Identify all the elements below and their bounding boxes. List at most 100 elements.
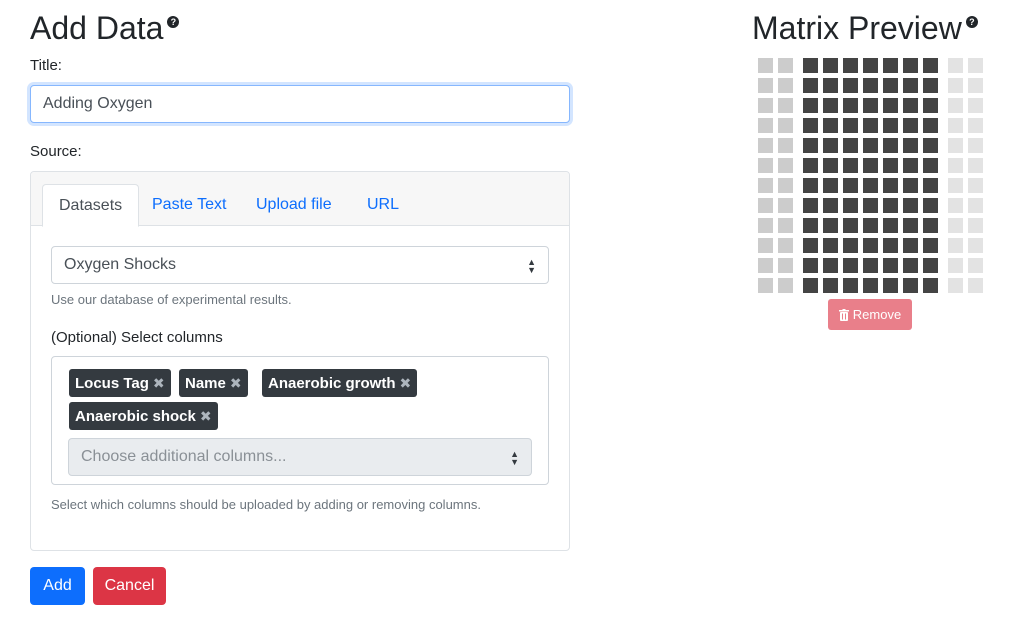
title-input[interactable] <box>30 85 570 123</box>
dataset-help-text: Use our database of experimental results… <box>51 292 292 307</box>
matrix-cell <box>778 118 793 133</box>
source-card: Datasets Paste Text Upload file URL Oxyg… <box>30 171 570 551</box>
column-chip: Name ✖ <box>179 369 248 397</box>
trash-icon <box>838 309 849 321</box>
matrix-cell <box>778 178 793 193</box>
matrix-cell <box>778 278 793 293</box>
matrix-cell <box>903 278 918 293</box>
dataset-select[interactable]: Oxygen Shocks ▲ ▼ <box>51 246 549 284</box>
matrix-cell <box>758 178 773 193</box>
matrix-cell <box>948 278 963 293</box>
matrix-cell <box>843 198 858 213</box>
matrix-cell <box>948 158 963 173</box>
additional-columns-select[interactable]: Choose additional columns... ▲ ▼ <box>68 438 532 476</box>
select-caret-icon: ▲ ▼ <box>527 257 536 275</box>
matrix-cell <box>968 118 983 133</box>
matrix-cell <box>903 118 918 133</box>
matrix-cell <box>903 158 918 173</box>
matrix-cell <box>843 58 858 73</box>
matrix-cell <box>968 58 983 73</box>
matrix-cell <box>923 258 938 273</box>
matrix-cell <box>948 118 963 133</box>
matrix-cell <box>803 118 818 133</box>
matrix-cell <box>758 258 773 273</box>
help-icon[interactable]: ? <box>167 16 180 28</box>
matrix-cell <box>923 278 938 293</box>
tab-url[interactable]: URL <box>351 184 415 227</box>
tab-paste-text[interactable]: Paste Text <box>136 184 242 227</box>
add-button[interactable]: Add <box>30 567 85 605</box>
column-chip-label: Anaerobic growth <box>268 375 396 392</box>
matrix-cell <box>823 238 838 253</box>
matrix-cell <box>948 218 963 233</box>
matrix-cell <box>903 138 918 153</box>
matrix-cell <box>948 98 963 113</box>
matrix-cell <box>903 98 918 113</box>
tab-upload-file[interactable]: Upload file <box>240 184 348 227</box>
matrix-cell <box>883 98 898 113</box>
matrix-cell <box>903 78 918 93</box>
matrix-cell <box>823 258 838 273</box>
matrix-cell <box>863 98 878 113</box>
columns-label: (Optional) Select columns <box>51 329 223 346</box>
matrix-cell <box>823 98 838 113</box>
matrix-cell <box>823 138 838 153</box>
columns-multiselect[interactable]: Locus Tag ✖ Name ✖ Anaerobic growth ✖ Anaer… <box>51 356 549 485</box>
matrix-cell <box>803 158 818 173</box>
matrix-cell <box>803 218 818 233</box>
column-chip: Anaerobic growth ✖ <box>262 369 418 397</box>
remove-chip-icon[interactable]: ✖ <box>153 375 165 391</box>
matrix-cell <box>948 138 963 153</box>
matrix-cell <box>948 78 963 93</box>
title-label: Title: <box>30 57 62 74</box>
matrix-cell <box>758 238 773 253</box>
remove-chip-icon[interactable]: ✖ <box>230 375 242 391</box>
matrix-cell <box>883 178 898 193</box>
matrix-cell <box>778 258 793 273</box>
matrix-cell <box>863 58 878 73</box>
matrix-cell <box>843 178 858 193</box>
matrix-cell <box>948 238 963 253</box>
matrix-cell <box>823 178 838 193</box>
select-caret-icon: ▲ ▼ <box>510 449 519 467</box>
matrix-cell <box>968 78 983 93</box>
matrix-cell <box>903 58 918 73</box>
remove-button[interactable]: Remove <box>828 299 912 330</box>
matrix-cell <box>923 138 938 153</box>
matrix-cell <box>923 78 938 93</box>
matrix-cell <box>863 278 878 293</box>
remove-chip-icon[interactable]: ✖ <box>400 375 412 391</box>
matrix-cell <box>863 198 878 213</box>
matrix-cell <box>883 78 898 93</box>
matrix-cell <box>883 238 898 253</box>
tab-datasets[interactable]: Datasets <box>42 184 140 227</box>
matrix-cell <box>823 58 838 73</box>
matrix-cell <box>823 118 838 133</box>
matrix-cell <box>803 78 818 93</box>
help-icon[interactable]: ? <box>965 16 978 28</box>
matrix-preview-grid <box>758 58 984 294</box>
matrix-cell <box>778 138 793 153</box>
matrix-cell <box>803 238 818 253</box>
matrix-cell <box>803 198 818 213</box>
matrix-cell <box>758 118 773 133</box>
matrix-cell <box>863 258 878 273</box>
matrix-cell <box>823 78 838 93</box>
matrix-cell <box>843 278 858 293</box>
matrix-cell <box>843 118 858 133</box>
matrix-cell <box>758 138 773 153</box>
matrix-cell <box>778 158 793 173</box>
matrix-cell <box>803 98 818 113</box>
cancel-button[interactable]: Cancel <box>93 567 166 605</box>
matrix-cell <box>803 278 818 293</box>
matrix-cell <box>883 278 898 293</box>
matrix-cell <box>968 98 983 113</box>
matrix-cell <box>843 98 858 113</box>
matrix-cell <box>758 278 773 293</box>
matrix-cell <box>843 258 858 273</box>
remove-chip-icon[interactable]: ✖ <box>200 408 212 424</box>
matrix-cell <box>843 238 858 253</box>
matrix-preview-title-text: Matrix Preview <box>752 10 962 46</box>
column-chip-label: Locus Tag <box>75 375 149 392</box>
column-chip: Anaerobic shock ✖ <box>69 402 218 430</box>
